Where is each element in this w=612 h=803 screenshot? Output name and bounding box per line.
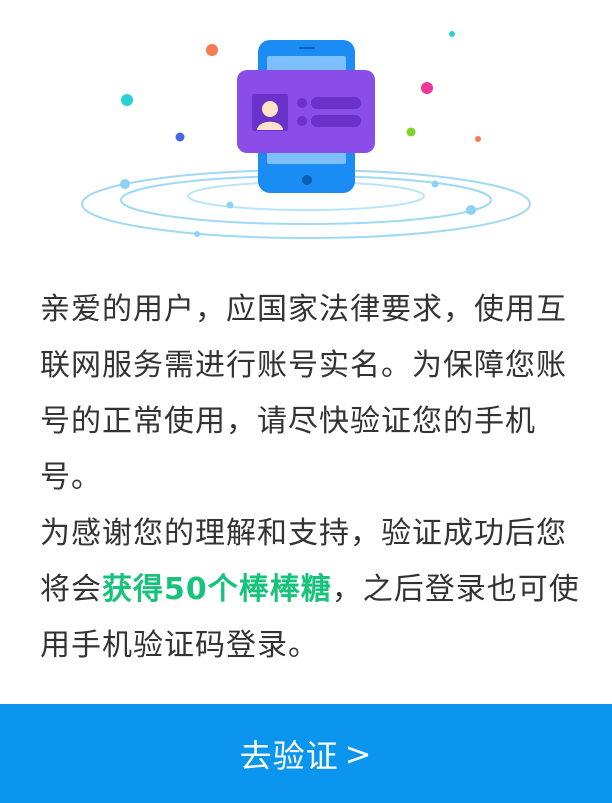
chevron-right-icon: > [344,734,373,773]
phone-verification-illustration [0,0,612,260]
person-avatar-icon [262,101,278,117]
verification-message: 亲爱的用户，应国家法律要求，使用互联网服务需进行账号实名。为保障您账号的正常使用… [40,282,580,674]
verify-button-label: 去验证 [239,736,339,775]
verify-button[interactable]: 去验证 > [0,704,612,803]
message-paragraph-2: 为感谢您的理解和支持，验证成功后您将会获得50个棒棒糖，之后登录也可使用手机验证… [40,506,580,674]
verification-page: 亲爱的用户，应国家法律要求，使用互联网服务需进行账号实名。为保障您账号的正常使用… [0,0,612,803]
reward-highlight: 获得50个棒棒糖 [102,572,332,607]
message-paragraph-1: 亲爱的用户，应国家法律要求，使用互联网服务需进行账号实名。为保障您账号的正常使用… [40,292,567,495]
phone-id-verification-icon [81,31,531,239]
